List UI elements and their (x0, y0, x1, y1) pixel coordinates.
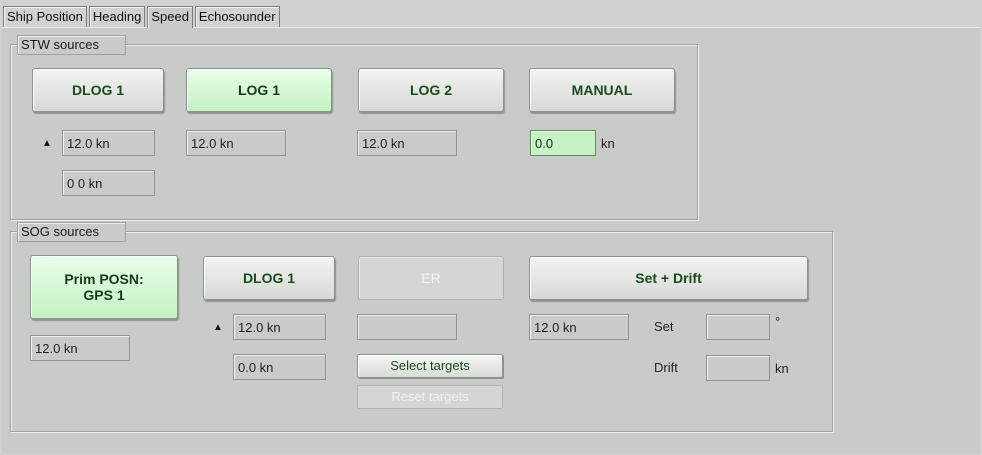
stw-dlog1-button[interactable]: DLOG 1 (32, 68, 164, 112)
sog-er-button[interactable]: ER (358, 256, 504, 300)
sog-dlog1-button[interactable]: DLOG 1 (203, 256, 335, 300)
set-label: Set (654, 319, 674, 334)
tab-bar: Ship Position Heading Speed Echosounder (3, 6, 282, 28)
sog-dlog1-secondary: 0.0 kn (233, 354, 326, 380)
tab-speed[interactable]: Speed (147, 6, 193, 28)
set-unit: ° (775, 314, 781, 329)
up-arrow-icon: ▲ (213, 322, 223, 333)
sog-prim-speed: 12.0 kn (30, 335, 130, 361)
reset-targets-button[interactable]: Reset targets (357, 385, 503, 409)
stw-sources-title: STW sources (17, 35, 127, 55)
sog-dlog1-speed: 12.0 kn (233, 314, 326, 340)
sog-set-drift-speed: 12.0 kn (529, 314, 629, 340)
drift-label: Drift (654, 360, 678, 375)
sog-er-speed (357, 314, 457, 340)
up-arrow-icon: ▲ (42, 138, 52, 149)
set-input[interactable] (706, 314, 770, 340)
stw-dlog1-speed: 12.0 kn (62, 130, 155, 156)
prim-posn-label-line2: GPS 1 (83, 287, 125, 303)
tab-ship-position[interactable]: Ship Position (3, 6, 87, 27)
manual-speed-unit: kn (601, 136, 615, 151)
prim-posn-label-line1: Prim POSN: (64, 271, 144, 287)
stw-log2-speed: 12.0 kn (357, 130, 457, 156)
drift-unit: kn (775, 361, 789, 376)
sog-sources-title: SOG sources (17, 222, 127, 242)
stw-log2-button[interactable]: LOG 2 (358, 68, 504, 112)
stw-log1-button[interactable]: LOG 1 (186, 68, 332, 112)
tab-heading[interactable]: Heading (88, 6, 146, 27)
drift-input[interactable] (706, 355, 770, 381)
stw-log1-speed: 12.0 kn (186, 130, 286, 156)
sog-prim-posn-button[interactable]: Prim POSN: GPS 1 (30, 255, 178, 319)
select-targets-button[interactable]: Select targets (357, 354, 503, 378)
stw-dlog1-secondary: 0 0 kn (62, 170, 155, 196)
sog-set-drift-button[interactable]: Set + Drift (529, 256, 808, 300)
stw-manual-button[interactable]: MANUAL (529, 68, 675, 112)
tab-echosounder[interactable]: Echosounder (194, 6, 280, 27)
manual-speed-input[interactable]: 0.0 (530, 130, 596, 156)
